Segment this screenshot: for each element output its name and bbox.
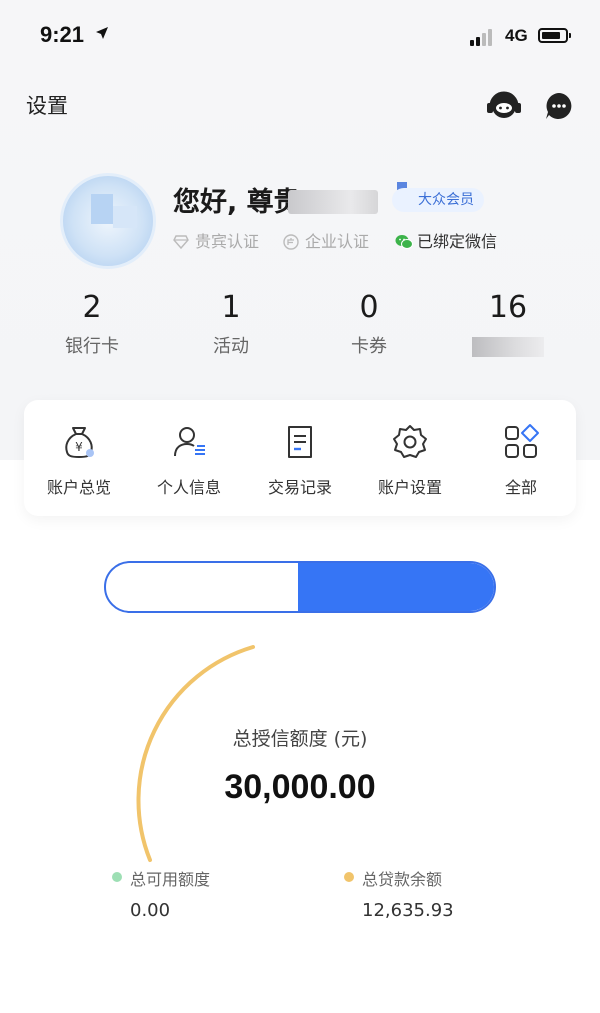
wechat-icon	[395, 235, 413, 249]
menu-label: 账户总览	[46, 478, 111, 497]
loan-value: 12,635.93	[362, 900, 454, 921]
menu-label: 全部	[504, 478, 537, 497]
settings-link[interactable]: 设置	[26, 90, 68, 120]
stat-label: 活动	[213, 336, 249, 357]
stat-bank-cards[interactable]: 2 银行卡	[37, 288, 147, 360]
available-dot	[112, 872, 122, 882]
available-value: 0.00	[130, 900, 171, 921]
network-type: 4G	[505, 26, 528, 45]
menu-label: 账户设置	[377, 478, 442, 497]
document-icon	[288, 426, 312, 458]
stat-value: 2	[82, 290, 102, 325]
gear-icon	[393, 425, 427, 458]
menu-personal-info[interactable]: 个人信息	[134, 422, 244, 498]
menu-label: 交易记录	[267, 478, 332, 497]
wechat-bound-status[interactable]: 已绑定微信	[395, 230, 497, 254]
toggle-segment-right[interactable]	[298, 563, 494, 611]
enterprise-icon	[283, 234, 299, 250]
svg-text:¥: ¥	[75, 440, 83, 454]
message-icon[interactable]	[544, 91, 574, 121]
status-bar: 9:21 4G	[0, 0, 600, 70]
avatar[interactable]	[60, 173, 156, 269]
person-info-icon	[174, 427, 205, 457]
stat-redacted[interactable]: 16	[453, 288, 563, 360]
status-time: 9:21	[40, 22, 85, 47]
stat-label-redacted	[472, 337, 544, 357]
diamond-icon	[173, 235, 189, 250]
all-apps-icon	[505, 424, 539, 458]
money-bag-icon: ¥	[65, 427, 94, 459]
credit-limit-label: 总授信额度 (元)	[232, 728, 368, 750]
user-greeting: 您好, 尊贵	[173, 187, 301, 218]
stat-label: 银行卡	[65, 336, 119, 357]
view-toggle[interactable]	[104, 561, 496, 613]
menu-account-overview[interactable]: ¥ 账户总览	[24, 422, 134, 498]
loan-label: 总贷款余额	[362, 870, 443, 889]
available-label: 总可用额度	[130, 870, 211, 889]
location-arrow-icon	[96, 27, 108, 39]
stat-label: 卡券	[351, 336, 387, 357]
customer-service-icon[interactable]	[486, 88, 522, 122]
member-level-badge[interactable]: 大众会员	[392, 188, 484, 212]
stat-value: 1	[221, 290, 241, 325]
menu-account-settings[interactable]: 账户设置	[355, 422, 465, 498]
stat-value: 16	[488, 290, 528, 325]
vip-certification[interactable]: 贵宾认证	[173, 230, 259, 254]
enterprise-certification[interactable]: 企业认证	[283, 230, 369, 254]
menu-all[interactable]: 全部	[466, 422, 576, 498]
user-name-redacted	[288, 190, 378, 214]
stat-coupons[interactable]: 0 卡券	[314, 288, 424, 360]
battery-icon	[538, 28, 571, 43]
credit-limit-amount: 30,000.00	[224, 768, 376, 806]
loan-dot	[344, 872, 354, 882]
menu-transactions[interactable]: 交易记录	[245, 422, 355, 498]
loan-balance: 总贷款余额 12,635.93	[344, 866, 454, 921]
quick-menu: ¥ 账户总览 个人信息 交易记录 账户设置 全部	[24, 400, 576, 516]
stat-value: 0	[359, 290, 379, 325]
signal-icon	[470, 28, 498, 46]
available-credit: 总可用额度 0.00	[112, 866, 210, 921]
stat-activities[interactable]: 1 活动	[176, 288, 286, 360]
menu-label: 个人信息	[156, 478, 221, 497]
